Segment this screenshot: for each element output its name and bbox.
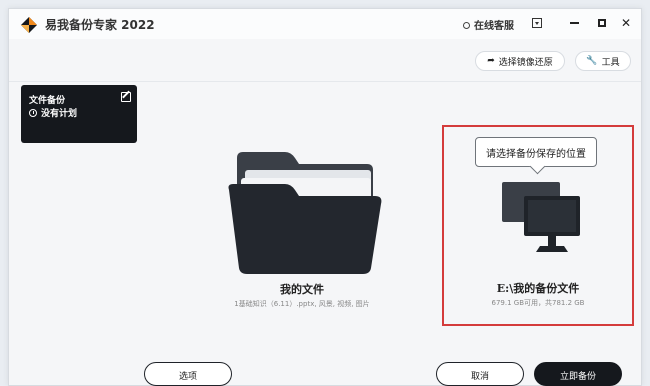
- source-title: 我的文件: [280, 283, 324, 296]
- cancel-button[interactable]: 取消: [436, 362, 524, 386]
- backup-destination-selector[interactable]: 请选择备份保存的位置 E:\我的备份文件 679.1 GB可用，共781.2 G…: [442, 125, 634, 326]
- menu-dropdown-button[interactable]: [529, 15, 545, 31]
- online-service-link[interactable]: 在线客服: [463, 17, 514, 32]
- options-button[interactable]: 选项: [144, 362, 232, 386]
- close-icon: ✕: [620, 16, 632, 30]
- plan-title: 文件备份: [29, 96, 66, 106]
- computer-icon: [502, 182, 580, 252]
- restore-label: 选择镜像还原: [498, 57, 553, 68]
- wrench-icon: 🔧: [586, 56, 598, 66]
- minimize-button[interactable]: [566, 15, 582, 31]
- restore-image-button[interactable]: ➦ 选择镜像还原: [475, 51, 565, 71]
- title-bar: 易我备份专家 2022 在线客服 ✕: [9, 9, 641, 39]
- destination-title: E:\我的备份文件: [496, 282, 580, 295]
- app-window: 易我备份专家 2022 在线客服 ✕ ➦ 选择镜像还原 🔧 工具 文件备份 没有…: [8, 8, 642, 386]
- edit-icon[interactable]: [121, 92, 131, 102]
- restore-arrow-icon: ➦: [487, 56, 495, 66]
- tools-button[interactable]: 🔧 工具: [575, 51, 631, 71]
- dropdown-icon: [532, 18, 542, 28]
- folder-icon: [228, 152, 382, 274]
- plan-status: 没有计划: [29, 106, 77, 119]
- headset-icon: [463, 22, 470, 29]
- clock-icon: [29, 109, 37, 117]
- maximize-icon: [598, 19, 606, 27]
- backup-now-button[interactable]: 立即备份: [534, 362, 622, 386]
- backup-source-selector[interactable]: 我的文件 1基础知识（6.11）.pptx, 风景, 视频, 图片: [209, 139, 409, 319]
- header-divider: [9, 81, 641, 82]
- maximize-button[interactable]: [594, 15, 610, 31]
- minimize-icon: [569, 22, 579, 24]
- app-logo-icon: [21, 17, 37, 33]
- tools-label: 工具: [601, 57, 620, 68]
- destination-tooltip: 请选择备份保存的位置: [475, 137, 597, 167]
- app-title: 易我备份专家 2022: [45, 18, 155, 32]
- backup-plan-card[interactable]: 文件备份 没有计划: [21, 85, 137, 143]
- close-button[interactable]: ✕: [618, 15, 634, 31]
- online-service-label: 在线客服: [474, 21, 514, 32]
- source-subtitle: 1基础知识（6.11）.pptx, 风景, 视频, 图片: [234, 300, 370, 308]
- plan-status-label: 没有计划: [41, 109, 78, 119]
- destination-subtitle: 679.1 GB可用，共781.2 GB: [491, 299, 585, 307]
